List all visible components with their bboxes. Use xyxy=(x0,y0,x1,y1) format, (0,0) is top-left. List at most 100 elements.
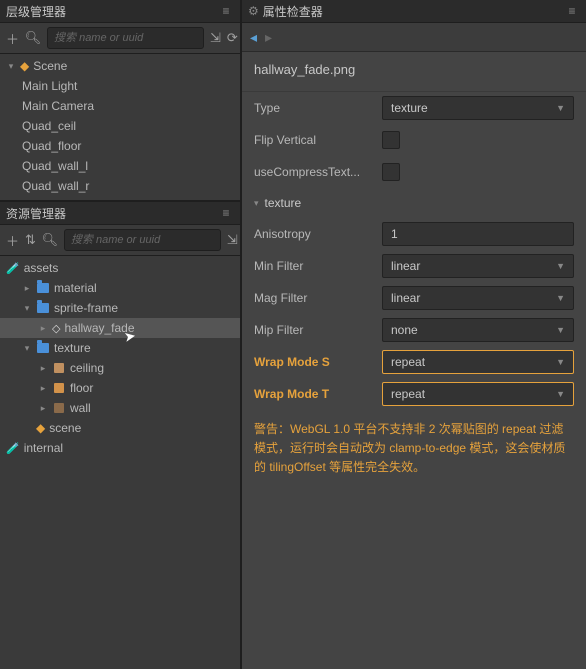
assets-header: 资源管理器 ≡ xyxy=(0,202,240,225)
assets-search-input[interactable] xyxy=(64,229,221,251)
magfilter-label: Mag Filter xyxy=(254,291,374,305)
image-icon: ◇ xyxy=(52,322,60,335)
wraps-value: repeat xyxy=(391,355,425,369)
mipfilter-label: Mip Filter xyxy=(254,323,374,337)
wraps-select[interactable]: repeat ▼ xyxy=(382,350,574,374)
flip-checkbox[interactable] xyxy=(382,131,400,149)
mipfilter-select[interactable]: none▼ xyxy=(382,318,574,342)
hierarchy-search-input[interactable] xyxy=(47,27,204,49)
wrapt-label: Wrap Mode T xyxy=(254,387,374,401)
compress-checkbox[interactable] xyxy=(382,163,400,181)
folder-item[interactable]: ▾ sprite-frame xyxy=(0,298,240,318)
asset-item[interactable]: ▸ floor xyxy=(0,378,240,398)
nav-forward-icon[interactable]: ▸ xyxy=(265,29,272,46)
minfilter-select[interactable]: linear ▼ xyxy=(382,254,574,278)
prop-magfilter: Mag Filter linear▼ xyxy=(242,282,586,314)
warning-text: 警告：WebGL 1.0 平台不支持非 2 次幂贴图的 repeat 过滤模式，… xyxy=(242,410,586,488)
internal-root[interactable]: 🧪internal xyxy=(0,438,240,458)
asset-label: ceiling xyxy=(70,361,104,375)
asset-item[interactable]: ▸ wall xyxy=(0,398,240,418)
asset-item[interactable]: ▸ ceiling xyxy=(0,358,240,378)
inspector-nav: ◂ ▸ xyxy=(242,23,586,52)
scene-label: Scene xyxy=(33,59,67,73)
asset-label: wall xyxy=(70,401,91,415)
assets-root[interactable]: 🧪assets xyxy=(0,258,240,278)
chevron-down-icon[interactable]: ▾ xyxy=(6,61,16,72)
chevron-down-icon: ▼ xyxy=(556,293,565,303)
chevron-right-icon[interactable]: ▸ xyxy=(38,403,48,414)
prop-wraps: Wrap Mode S repeat ▼ xyxy=(242,346,586,378)
inspector-menu-icon[interactable]: ≡ xyxy=(564,4,580,18)
prop-anisotropy: Anisotropy xyxy=(242,218,586,250)
texture-swatch-icon xyxy=(54,403,64,413)
folder-item[interactable]: ▸material xyxy=(0,278,240,298)
hierarchy-item[interactable]: Quad_ceil xyxy=(0,116,240,136)
chevron-right-icon[interactable]: ▸ xyxy=(38,383,48,394)
inspector-title: 属性检查器 xyxy=(263,3,564,20)
asset-item-selected[interactable]: ▸◇hallway_fade xyxy=(0,318,240,338)
texture-swatch-icon xyxy=(54,383,64,393)
prop-compress: useCompressText... xyxy=(242,156,586,188)
hierarchy-item[interactable]: Quad_floor xyxy=(0,136,240,156)
folder-item[interactable]: ▾ texture xyxy=(0,338,240,358)
assets-toolbar: ＋ ⇅ 🔍︎ ⇲ ⟳ xyxy=(0,225,240,256)
node-label: Main Light xyxy=(22,79,77,93)
assets-tree: 🧪assets ▸material ▾sprite-frame ▸◇hallwa… xyxy=(0,256,240,669)
search-icon[interactable]: 🔍︎ xyxy=(42,232,58,248)
aniso-input[interactable] xyxy=(382,222,574,246)
compress-label: useCompressText... xyxy=(254,165,374,179)
chevron-down-icon[interactable]: ▾ xyxy=(22,303,32,314)
prop-minfilter: Min Filter linear▼ xyxy=(242,250,586,282)
scene-icon: ◆ xyxy=(20,59,29,73)
type-select[interactable]: texture▼ xyxy=(382,96,574,120)
gear-icon: ⚙ xyxy=(248,4,259,18)
node-label: Main Camera xyxy=(22,99,94,113)
asset-label: scene xyxy=(49,421,81,435)
texture-swatch-icon xyxy=(54,363,64,373)
add-icon[interactable]: ＋ xyxy=(6,30,19,46)
asset-item[interactable]: ◆scene xyxy=(0,418,240,438)
type-value: texture xyxy=(391,101,428,115)
add-icon[interactable]: ＋ xyxy=(6,232,19,248)
aniso-label: Anisotropy xyxy=(254,227,374,241)
inspector-header: ⚙ 属性检查器 ≡ xyxy=(242,0,586,23)
magfilter-select[interactable]: linear▼ xyxy=(382,286,574,310)
folder-label: texture xyxy=(54,341,91,355)
chevron-right-icon[interactable]: ▸ xyxy=(38,363,48,374)
collapse-icon[interactable]: ⇲ xyxy=(210,30,221,46)
inspector-body: hallway_fade.png Type texture▼ Flip Vert… xyxy=(242,52,586,669)
wrapt-value: repeat xyxy=(391,387,425,401)
chevron-right-icon[interactable]: ▸ xyxy=(38,323,48,334)
folder-label: sprite-frame xyxy=(54,301,118,315)
assets-root-label: assets xyxy=(24,261,59,275)
chevron-down-icon[interactable]: ▾ xyxy=(22,343,32,354)
scene-root[interactable]: ▾ ◆ Scene xyxy=(0,56,240,76)
refresh-icon[interactable]: ⟳ xyxy=(227,30,238,46)
hierarchy-item[interactable]: Quad_wall_l xyxy=(0,156,240,176)
minfilter-value: linear xyxy=(391,259,420,273)
hierarchy-menu-icon[interactable]: ≡ xyxy=(218,4,234,18)
hierarchy-item[interactable]: Main Camera xyxy=(0,96,240,116)
sort-icon[interactable]: ⇅ xyxy=(25,232,36,248)
nav-back-icon[interactable]: ◂ xyxy=(250,29,257,46)
wraps-label: Wrap Mode S xyxy=(254,355,374,369)
assets-menu-icon[interactable]: ≡ xyxy=(218,206,234,220)
hierarchy-toolbar: ＋ 🔍︎ ⇲ ⟳ xyxy=(0,23,240,54)
node-label: Quad_ceil xyxy=(22,119,76,133)
chevron-down-icon: ▼ xyxy=(556,357,565,367)
hierarchy-item[interactable]: Quad_wall_r xyxy=(0,176,240,196)
hierarchy-title: 层级管理器 xyxy=(6,3,218,20)
prop-flip: Flip Vertical xyxy=(242,124,586,156)
asset-label: floor xyxy=(70,381,93,395)
node-label: Quad_wall_l xyxy=(22,159,88,173)
wrapt-select[interactable]: repeat▼ xyxy=(382,382,574,406)
chevron-right-icon[interactable]: ▸ xyxy=(22,283,32,294)
node-label: Quad_floor xyxy=(22,139,81,153)
texture-section[interactable]: ▾texture xyxy=(242,188,586,218)
hierarchy-item[interactable]: Main Light xyxy=(0,76,240,96)
chevron-down-icon: ▼ xyxy=(556,261,565,271)
collapse-icon[interactable]: ⇲ xyxy=(227,232,238,248)
search-icon[interactable]: 🔍︎ xyxy=(25,30,41,46)
folder-icon xyxy=(37,283,49,293)
node-label: Quad_wall_r xyxy=(22,179,89,193)
